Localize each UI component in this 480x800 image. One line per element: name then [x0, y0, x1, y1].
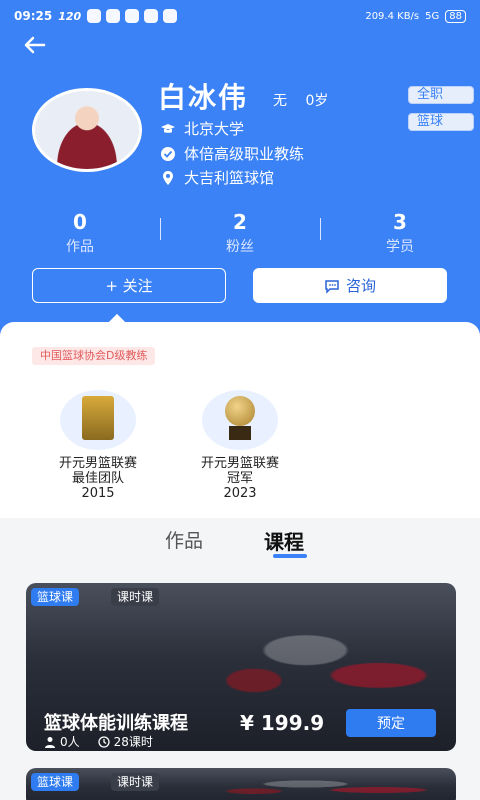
- coach-title: 体倍高级职业教练: [184, 145, 305, 163]
- battery-icon: 88: [445, 9, 466, 23]
- network-speed: 120: [58, 9, 82, 23]
- award-category: 冠军: [226, 471, 253, 486]
- course-tag-type: 课时课: [111, 588, 160, 606]
- course-card[interactable]: 篮球课 课时课 篮球体能训练课程 ¥ 199.9 0人 28课时 预定: [26, 583, 456, 751]
- signal-label: 5G: [425, 10, 440, 22]
- award-year: 2015: [81, 486, 115, 501]
- active-tab-indicator: [273, 554, 307, 558]
- award-name: 开元男篮联赛: [58, 456, 137, 471]
- award-name: 开元男篮联赛: [200, 456, 279, 471]
- course-title: 篮球体能训练课程: [44, 713, 188, 734]
- clock-icon: [97, 735, 110, 748]
- venue-name: 大吉利篮球馆: [184, 169, 275, 187]
- venue-row: 大吉利篮球馆: [160, 167, 274, 188]
- award-item[interactable]: 开元男篮联赛 最佳团队 2015: [48, 390, 148, 501]
- notification-icon: [106, 9, 121, 23]
- course-meta: 0人 28课时: [44, 733, 153, 750]
- notification-icon: [125, 9, 140, 23]
- award-year: 2023: [223, 486, 257, 501]
- stat-fans[interactable]: 2 粉丝: [160, 210, 320, 256]
- tab-works[interactable]: 作品: [165, 526, 203, 553]
- net-rate: 209.4 KB/s: [365, 10, 420, 22]
- stat-students-value: 3: [393, 210, 407, 234]
- stat-students-label: 学员: [386, 239, 414, 255]
- award-category: 最佳团队: [71, 471, 124, 486]
- coach-meta: 无 0岁: [273, 90, 342, 110]
- status-time: 09:25: [14, 9, 53, 23]
- tag-employment: 全职: [408, 86, 474, 104]
- content-tabs: 作品 课程: [0, 520, 480, 566]
- school-name: 北京大学: [184, 120, 245, 138]
- stats-divider: [160, 218, 161, 240]
- course-cover-image: [26, 768, 456, 800]
- person-icon: [45, 736, 55, 748]
- chat-bubble-icon: [325, 279, 339, 294]
- tab-courses[interactable]: 课程: [264, 526, 304, 555]
- course-session-count: 28课时: [113, 735, 153, 749]
- stat-fans-value: 2: [233, 210, 247, 234]
- certification-badge: 中国篮球协会D级教练: [32, 347, 156, 365]
- coach-age: 0岁: [305, 93, 329, 109]
- status-right: 209.4 KB/s 5G 88: [365, 9, 466, 23]
- follow-label: + 关注: [105, 277, 153, 295]
- coach-gender: 无: [273, 93, 287, 109]
- title-row: 体倍高级职业教练: [160, 143, 304, 164]
- avatar-photo: [35, 91, 139, 169]
- back-arrow-icon[interactable]: [20, 30, 50, 60]
- stats-divider: [320, 218, 321, 240]
- graduation-cap-icon: [161, 123, 175, 133]
- stat-fans-label: 粉丝: [226, 239, 254, 255]
- course-people: 0人: [44, 733, 80, 750]
- status-bar: 09:25 120 209.4 KB/s 5G 88: [0, 0, 480, 32]
- avatar[interactable]: [32, 88, 142, 172]
- follow-button[interactable]: + 关注: [32, 268, 226, 303]
- verified-badge-icon: [161, 146, 175, 161]
- trophy-icon: [202, 390, 278, 450]
- profile-header: 09:25 120 209.4 KB/s 5G 88 白冰伟 无 0岁 全职 篮…: [0, 0, 480, 340]
- notification-icon: [163, 9, 178, 23]
- course-people-count: 0人: [60, 735, 80, 749]
- tag-sport: 篮球: [408, 113, 474, 131]
- stat-students[interactable]: 3 学员: [320, 210, 480, 256]
- notification-icon: [144, 9, 159, 23]
- stat-works-value: 0: [73, 210, 87, 234]
- course-tag-sport: 篮球课: [31, 588, 80, 606]
- consult-button[interactable]: 咨询: [253, 268, 447, 303]
- school-row: 北京大学: [160, 118, 244, 139]
- stat-works[interactable]: 0 作品: [0, 210, 160, 256]
- course-tag-type: 课时课: [111, 773, 160, 791]
- course-sessions: 28课时: [97, 733, 153, 750]
- stat-works-label: 作品: [66, 239, 94, 255]
- course-price: ¥ 199.9: [240, 711, 325, 735]
- coach-name: 白冰伟: [158, 81, 249, 114]
- course-card[interactable]: 篮球课 课时课: [26, 768, 456, 800]
- course-tag-sport: 篮球课: [31, 773, 80, 791]
- location-pin-icon: [163, 170, 173, 185]
- consult-label: 咨询: [345, 277, 376, 295]
- book-button[interactable]: 预定: [346, 709, 436, 737]
- stats-row: 0 作品 2 粉丝 3 学员: [0, 210, 480, 256]
- trophy-icon: [60, 390, 136, 450]
- notification-icon: [87, 9, 102, 23]
- award-item[interactable]: 开元男篮联赛 冠军 2023: [190, 390, 290, 501]
